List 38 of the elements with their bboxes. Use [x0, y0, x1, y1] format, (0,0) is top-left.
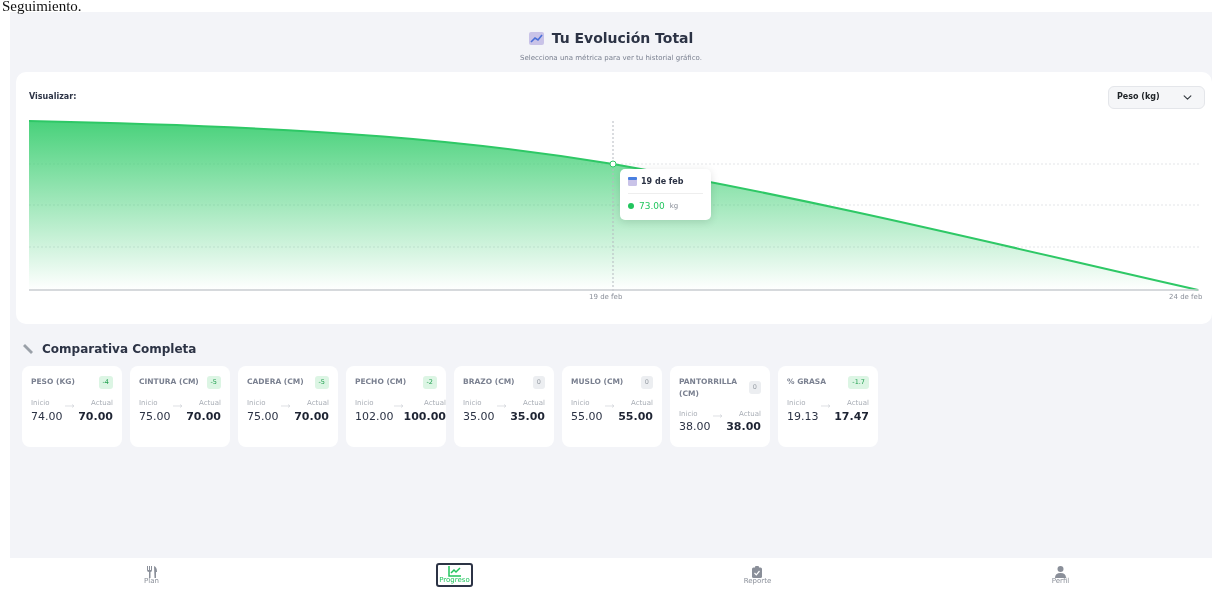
current-value: 70.00	[78, 408, 113, 425]
page-caption: Seguimiento.	[1, 0, 83, 12]
arrow-icon	[605, 403, 616, 408]
current-value: 70.00	[294, 408, 329, 425]
ruler-icon	[22, 343, 34, 354]
current-value: 38.00	[726, 419, 761, 435]
arrow-icon	[497, 403, 508, 408]
start-value: 55.00	[571, 408, 603, 425]
tooltip-value: 73.00	[639, 199, 665, 213]
start-value: 35.00	[463, 408, 495, 425]
user-icon	[1055, 565, 1066, 578]
metric-select[interactable]: Peso (kg)	[1108, 85, 1205, 109]
section-title: Comparativa Completa	[42, 340, 197, 358]
calendar-icon	[628, 177, 637, 186]
start-value: 102.00	[355, 408, 394, 425]
current-value: 70.00	[186, 408, 221, 425]
arrow-icon	[173, 403, 184, 408]
current-value: 35.00	[510, 408, 545, 425]
chart-icon	[448, 566, 461, 578]
utensils-icon	[145, 565, 158, 578]
clipboard-check-icon	[752, 565, 763, 578]
tooltip-date: 19 de feb	[641, 175, 684, 188]
start-value: 74.00	[31, 408, 63, 425]
visualize-label: Visualizar:	[29, 91, 77, 103]
chart-icon	[528, 32, 544, 45]
arrow-icon	[281, 403, 292, 408]
start-value: 19.13	[787, 408, 819, 425]
current-value: 55.00	[618, 408, 653, 425]
start-value: 38.00	[679, 419, 711, 435]
series-dot-icon	[628, 203, 634, 210]
current-value: 17.47	[834, 408, 869, 425]
page-title: Tu Evolución Total	[551, 29, 694, 48]
start-value: 75.00	[139, 408, 171, 425]
current-value: 100.00	[403, 408, 446, 425]
arrow-icon	[821, 403, 832, 408]
arrow-icon	[393, 403, 404, 408]
arrow-icon	[65, 403, 76, 408]
start-value: 75.00	[247, 408, 279, 425]
